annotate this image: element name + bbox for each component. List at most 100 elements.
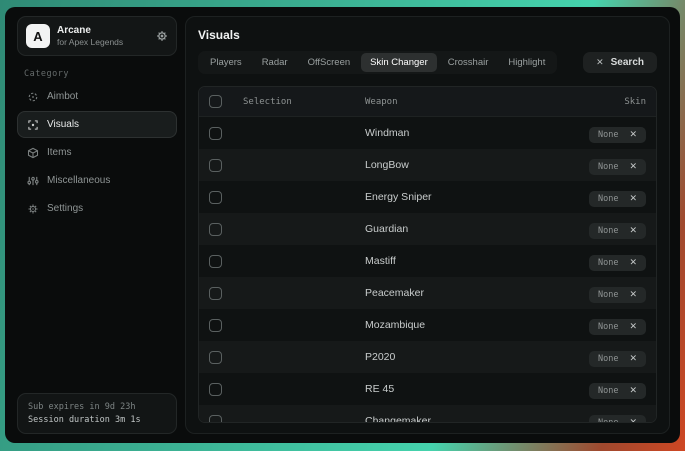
target-icon bbox=[27, 91, 39, 103]
sidebar-item-label: Visuals bbox=[47, 119, 79, 130]
sub-expires-text: Sub expires in 9d 23h bbox=[28, 401, 166, 414]
skin-cell: None ✕ bbox=[556, 284, 646, 303]
skin-cell: None✕ bbox=[556, 412, 646, 424]
sliders-icon bbox=[27, 175, 39, 187]
table-row: MastiffNone✕ bbox=[199, 245, 656, 277]
skin-value: None bbox=[598, 194, 618, 204]
session-duration-text: Session duration 3m 1s bbox=[28, 414, 166, 427]
row-checkbox[interactable] bbox=[209, 287, 222, 300]
skin-cell: None✕ bbox=[556, 316, 646, 335]
clear-skin-icon[interactable]: ✕ bbox=[629, 322, 637, 331]
tabs-row: PlayersRadarOffScreenSkin ChangerCrossha… bbox=[198, 51, 657, 74]
clear-skin-icon[interactable]: ✕ bbox=[629, 258, 637, 267]
tab-offscreen[interactable]: OffScreen bbox=[299, 53, 360, 72]
search-button[interactable]: ✕ Search bbox=[583, 52, 657, 73]
sidebar-item-label: Miscellaneous bbox=[47, 175, 110, 186]
clear-skin-icon[interactable]: ✕ bbox=[629, 226, 637, 235]
skin-value: None bbox=[598, 258, 618, 268]
skin-select-badge[interactable]: None✕ bbox=[589, 127, 646, 143]
sidebar-spacer bbox=[17, 223, 177, 393]
category-label: Category bbox=[24, 69, 177, 79]
main-panel: Visuals PlayersRadarOffScreenSkin Change… bbox=[185, 16, 670, 434]
sidebar-item-label: Aimbot bbox=[47, 91, 78, 102]
select-all-checkbox[interactable] bbox=[209, 95, 222, 108]
row-checkbox[interactable] bbox=[209, 319, 222, 332]
row-checkbox[interactable] bbox=[209, 415, 222, 424]
skin-cell: None ✕ bbox=[556, 220, 646, 239]
tab-bar: PlayersRadarOffScreenSkin ChangerCrossha… bbox=[198, 51, 557, 74]
row-checkbox[interactable] bbox=[209, 223, 222, 236]
skin-select-badge[interactable]: None✕ bbox=[589, 319, 646, 335]
clear-skin-icon[interactable]: ✕ bbox=[629, 290, 637, 299]
table-row: Guardian None ✕ bbox=[199, 213, 656, 245]
table-row: Energy Sniper None ✕ bbox=[199, 181, 656, 213]
row-checkbox[interactable] bbox=[209, 255, 222, 268]
search-button-icon: ✕ bbox=[596, 57, 604, 68]
row-checkbox[interactable] bbox=[209, 351, 222, 364]
row-checkbox[interactable] bbox=[209, 127, 222, 140]
table-row: MozambiqueNone✕ bbox=[199, 309, 656, 341]
clear-skin-icon[interactable]: ✕ bbox=[629, 418, 637, 423]
sidebar-item-label: Items bbox=[47, 147, 71, 158]
weapon-name: Peacemaker bbox=[365, 287, 556, 299]
skin-cell: None✕ bbox=[556, 380, 646, 399]
tab-crosshair[interactable]: Crosshair bbox=[439, 53, 498, 72]
subscription-info-card: Sub expires in 9d 23h Session duration 3… bbox=[17, 393, 177, 434]
table-row: Changemaker None✕ bbox=[199, 405, 656, 423]
sidebar-item-aimbot[interactable]: Aimbot bbox=[17, 83, 177, 110]
skin-cell: None✕ bbox=[556, 156, 646, 175]
skin-select-badge[interactable]: None ✕ bbox=[589, 191, 646, 207]
sidebar-item-settings[interactable]: Settings bbox=[17, 195, 177, 222]
sidebar-item-visuals[interactable]: Visuals bbox=[17, 111, 177, 138]
table-header-row: Selection Weapon Skin bbox=[199, 87, 656, 117]
weapon-name: Energy Sniper bbox=[365, 191, 556, 203]
skin-value: None bbox=[598, 226, 618, 236]
tab-players[interactable]: Players bbox=[201, 53, 251, 72]
clear-skin-icon[interactable]: ✕ bbox=[629, 162, 637, 171]
skin-value: None bbox=[598, 290, 618, 300]
skin-select-badge[interactable]: None ✕ bbox=[589, 255, 646, 271]
clear-skin-icon[interactable]: ✕ bbox=[629, 194, 637, 203]
clear-skin-icon[interactable]: ✕ bbox=[629, 354, 637, 363]
row-checkbox[interactable] bbox=[209, 159, 222, 172]
table-row: LongBow None✕ bbox=[199, 149, 656, 181]
skin-select-badge[interactable]: None✕ bbox=[589, 383, 646, 399]
table-row: Windman None✕ bbox=[199, 117, 656, 149]
tab-highlight[interactable]: Highlight bbox=[499, 53, 554, 72]
skin-select-badge[interactable]: None✕ bbox=[589, 159, 646, 175]
sidebar-item-miscellaneous[interactable]: Miscellaneous bbox=[17, 167, 177, 194]
column-header-weapon: Weapon bbox=[365, 97, 556, 107]
app-header: A Arcane for Apex Legends bbox=[17, 16, 177, 56]
weapon-name: Guardian bbox=[365, 223, 556, 235]
search-button-label: Search bbox=[611, 57, 644, 68]
page-title: Visuals bbox=[198, 28, 657, 42]
weapon-name: Changemaker bbox=[365, 415, 556, 423]
clear-skin-icon[interactable]: ✕ bbox=[629, 130, 637, 139]
skin-cell: None ✕ bbox=[556, 252, 646, 271]
weapon-name: Windman bbox=[365, 127, 556, 139]
skin-select-badge[interactable]: None✕ bbox=[589, 415, 646, 424]
weapon-name: RE 45 bbox=[365, 383, 556, 395]
skin-select-badge[interactable]: None✕ bbox=[589, 351, 646, 367]
skin-select-badge[interactable]: None ✕ bbox=[589, 287, 646, 303]
skin-select-badge[interactable]: None ✕ bbox=[589, 223, 646, 239]
row-checkbox[interactable] bbox=[209, 191, 222, 204]
table-row: RE 45 None✕ bbox=[199, 373, 656, 405]
app-title-block: Arcane for Apex Legends bbox=[57, 25, 123, 47]
sidebar: A Arcane for Apex Legends Category Aimbo… bbox=[17, 16, 177, 434]
app-window: A Arcane for Apex Legends Category Aimbo… bbox=[5, 7, 680, 443]
header-gear-icon[interactable] bbox=[156, 30, 168, 42]
table-row: P2020None✕ bbox=[199, 341, 656, 373]
weapon-table: Selection Weapon Skin WindmanNone✕LongBo… bbox=[198, 86, 657, 423]
tab-skin-changer[interactable]: Skin Changer bbox=[361, 53, 437, 72]
skin-cell: None ✕ bbox=[556, 188, 646, 207]
skin-cell: None✕ bbox=[556, 348, 646, 367]
tab-radar[interactable]: Radar bbox=[253, 53, 297, 72]
clear-skin-icon[interactable]: ✕ bbox=[629, 386, 637, 395]
weapon-name: LongBow bbox=[365, 159, 556, 171]
skin-cell: None✕ bbox=[556, 124, 646, 143]
sidebar-item-label: Settings bbox=[47, 203, 83, 214]
cube-icon bbox=[27, 147, 39, 159]
sidebar-item-items[interactable]: Items bbox=[17, 139, 177, 166]
row-checkbox[interactable] bbox=[209, 383, 222, 396]
